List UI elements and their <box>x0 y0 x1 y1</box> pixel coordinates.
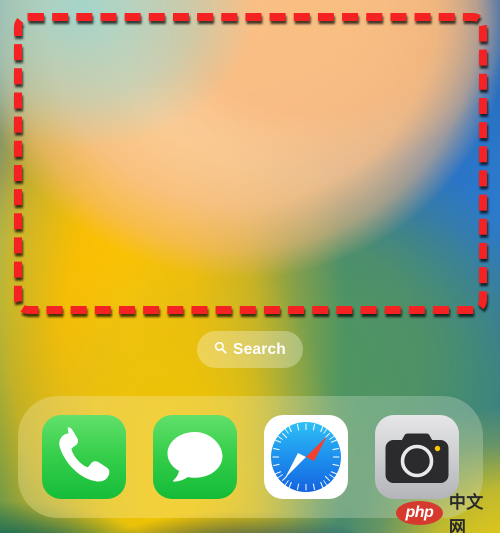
ios-home-screen: Search php 中文网 <box>0 0 500 533</box>
watermark-site-text: 中文网 <box>448 493 484 533</box>
dashed-highlight-rectangle <box>14 13 487 314</box>
search-icon <box>214 341 227 359</box>
safari-icon <box>271 422 342 492</box>
dock-icon-camera[interactable] <box>375 415 460 499</box>
messages-icon <box>167 432 223 482</box>
dock-icon-messages[interactable] <box>152 415 237 499</box>
camera-icon <box>385 433 449 483</box>
php-badge: php <box>396 501 443 525</box>
dock-icon-safari[interactable] <box>264 415 349 499</box>
search-button[interactable]: Search <box>197 331 303 368</box>
search-label: Search <box>233 340 286 358</box>
watermark: php 中文网 <box>396 488 500 533</box>
dock-icon-phone[interactable] <box>41 415 126 499</box>
phone-icon <box>58 427 109 482</box>
